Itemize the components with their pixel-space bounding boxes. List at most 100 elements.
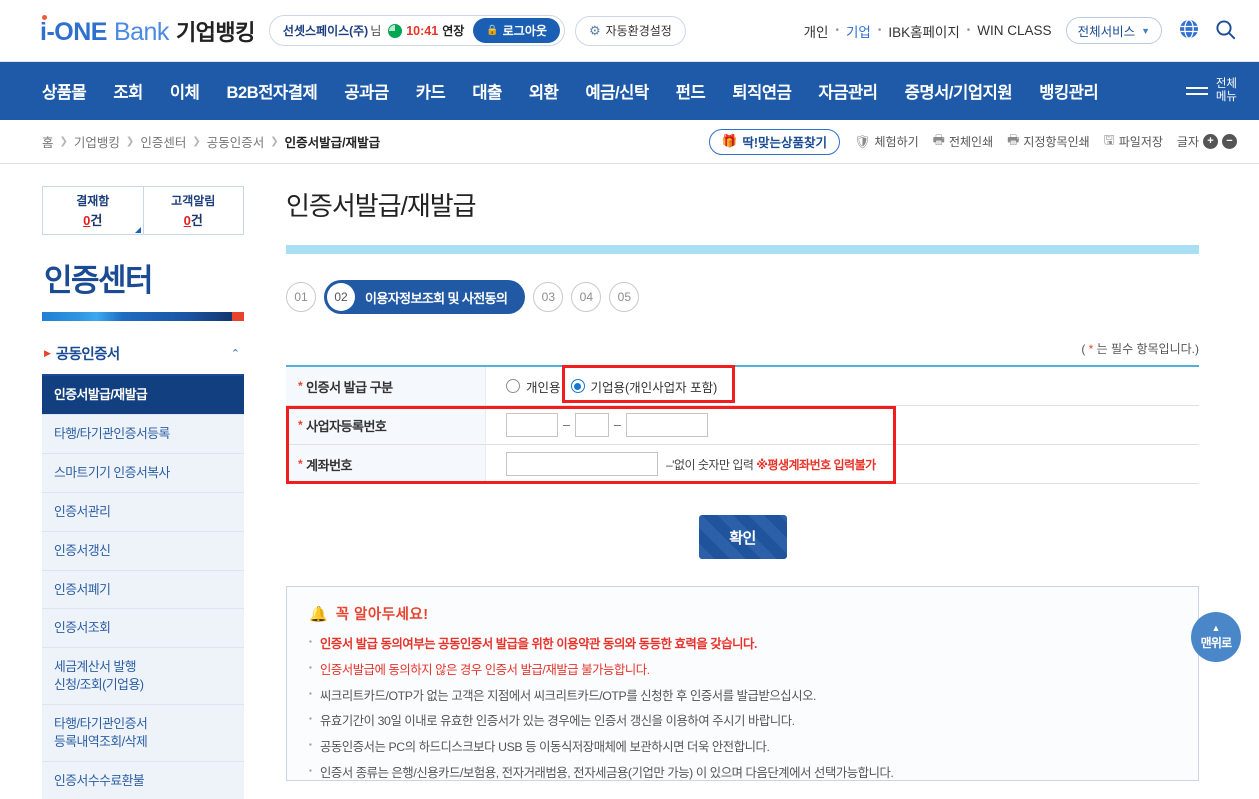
breadcrumb-item-certcenter[interactable]: 인증센터 bbox=[140, 132, 186, 151]
label-biz-number: * 사업자등록번호 bbox=[286, 406, 486, 444]
all-menu-button[interactable]: 전체 메뉴 bbox=[1185, 77, 1237, 104]
top-links: 개인 • 기업 • IBK홈페이지 • WIN CLASS 전체서비스 ▼ bbox=[804, 17, 1237, 44]
triangle-right-icon: ▶ bbox=[44, 348, 51, 358]
approval-box[interactable]: 결재함 0건 bbox=[43, 187, 143, 234]
approval-count-unit: 건 bbox=[90, 213, 103, 228]
gnb-item-inquiry[interactable]: 조회 bbox=[113, 79, 143, 103]
triangle-up-icon: ▲ bbox=[1211, 622, 1221, 633]
breadcrumb: 홈 ❯ 기업뱅킹 ❯ 인증센터 ❯ 공동인증서 ❯ 인증서발급/재발급 bbox=[42, 132, 380, 151]
find-product-button[interactable]: 🎁 딱!맞는상품찾기 bbox=[708, 128, 840, 155]
radio-personal-control[interactable] bbox=[506, 379, 520, 393]
session-extend-link[interactable]: 연장 bbox=[442, 22, 464, 39]
breadcrumb-item-home[interactable]: 홈 bbox=[42, 132, 54, 151]
gnb-item-transfer[interactable]: 이체 bbox=[170, 79, 200, 103]
sidebar-gradient-divider bbox=[42, 312, 244, 321]
sidebar-item-fee-refund[interactable]: 인증서수수료환불 bbox=[42, 761, 244, 799]
chevron-down-icon: ▼ bbox=[1141, 25, 1150, 36]
all-services-dropdown[interactable]: 전체서비스 ▼ bbox=[1065, 17, 1162, 44]
step-05[interactable]: 05 bbox=[609, 282, 640, 312]
notice-item: 인증서발급에 동의하지 않은 경우 인증서 발급/재발급 불가능합니다. bbox=[309, 662, 1176, 680]
site-logo[interactable]: i -ONE Bank 기업뱅킹 bbox=[40, 14, 255, 47]
sidebar-item-cert-manage[interactable]: 인증서관리 bbox=[42, 492, 244, 532]
chevron-right-icon: ❯ bbox=[192, 136, 201, 147]
sidebar-item-other-bank-history[interactable]: 타행/타기관인증서 등록내역조회/삭제 bbox=[42, 705, 244, 762]
gnb-item-bankingmgmt[interactable]: 뱅킹관리 bbox=[1039, 79, 1099, 103]
biz-number-part3-input[interactable] bbox=[625, 413, 708, 437]
sidebar-item-register-other-bank[interactable]: 타행/타기관인증서등록 bbox=[42, 414, 244, 454]
scroll-to-top-button[interactable]: ▲ 맨위로 bbox=[1191, 612, 1241, 662]
sidebar-item-tax-invoice[interactable]: 세금계산서 발행 신청/조회(기업용) bbox=[42, 648, 244, 706]
required-note-pre: ( bbox=[1081, 342, 1089, 356]
gnb-item-certificate[interactable]: 증명서/기업지원 bbox=[905, 79, 1013, 103]
step-03[interactable]: 03 bbox=[533, 282, 564, 312]
account-hint-normal: –'없이 숫자만 입력 bbox=[666, 457, 757, 472]
alert-box-count: 0건 bbox=[144, 210, 244, 229]
logout-button[interactable]: 🔒 로그아웃 bbox=[473, 18, 560, 43]
gnb-item-card[interactable]: 카드 bbox=[416, 79, 446, 103]
gnb-item-fund[interactable]: 펀드 bbox=[676, 79, 706, 103]
biz-number-part1-input[interactable] bbox=[506, 413, 558, 437]
account-number-input[interactable] bbox=[506, 452, 658, 476]
gnb-item-shopmall[interactable]: 상품몰 bbox=[42, 79, 87, 103]
radio-corporate[interactable]: 기업용(개인사업자 포함) bbox=[570, 377, 717, 396]
approval-box-title: 결재함 bbox=[76, 194, 110, 208]
required-star-icon: * bbox=[298, 418, 303, 432]
gnb-item-deposit[interactable]: 예금/신탁 bbox=[585, 79, 649, 103]
global-navigation: 상품몰 조회 이체 B2B전자결제 공과금 카드 대출 외환 예금/신탁 펀드 … bbox=[0, 62, 1259, 120]
alert-count-value: 0 bbox=[183, 213, 191, 228]
gnb-item-loan[interactable]: 대출 bbox=[472, 79, 502, 103]
chevron-right-icon: ❯ bbox=[270, 136, 279, 147]
alert-count-unit: 건 bbox=[190, 213, 203, 228]
all-services-label: 전체서비스 bbox=[1077, 25, 1136, 39]
logo-korean: 기업뱅킹 bbox=[175, 19, 255, 45]
logo-dot bbox=[42, 14, 47, 20]
step-04[interactable]: 04 bbox=[571, 282, 602, 312]
gnb-item-pension[interactable]: 퇴직연금 bbox=[732, 79, 792, 103]
lock-icon: 🔒 bbox=[486, 25, 499, 36]
radio-personal[interactable]: 개인용 bbox=[506, 377, 561, 396]
required-field-note: ( * 는 필수 항목입니다.) bbox=[286, 340, 1199, 357]
printer-icon: 🖶 bbox=[1007, 131, 1020, 147]
font-decrease-button[interactable]: − bbox=[1222, 134, 1237, 149]
confirm-button[interactable]: 확인 bbox=[699, 515, 787, 559]
font-increase-button[interactable]: + bbox=[1203, 134, 1218, 149]
customer-alert-box[interactable]: 고객알림 0건 bbox=[142, 187, 244, 234]
step-02-active[interactable]: 02 이용자정보조회 및 사전동의 bbox=[324, 280, 526, 314]
sidebar-item-cert-renew[interactable]: 인증서갱신 bbox=[42, 531, 244, 571]
gnb-item-utility[interactable]: 공과금 bbox=[344, 79, 389, 103]
print-selected-button[interactable]: 🖶 지정항목인쇄 bbox=[1007, 131, 1090, 153]
bell-icon: 🔔 bbox=[309, 605, 328, 623]
top-link-ibk-homepage[interactable]: IBK홈페이지 bbox=[888, 21, 959, 41]
top-link-sep: • bbox=[966, 25, 971, 36]
sidebar-group-joint-cert[interactable]: ▶ 공동인증서 ⌃ bbox=[42, 335, 244, 376]
sidebar-item-cert-inquiry[interactable]: 인증서조회 bbox=[42, 609, 244, 649]
save-icon: 🖫 bbox=[1103, 131, 1115, 147]
sidebar-item-smart-device-copy[interactable]: 스마트기기 인증서복사 bbox=[42, 453, 244, 493]
label-cert-type-text: 인증서 발급 구분 bbox=[306, 379, 393, 395]
sidebar-item-issue-reissue[interactable]: 인증서발급/재발급 bbox=[42, 376, 244, 415]
try-demo-button[interactable]: 🛡 체험하기 bbox=[854, 133, 919, 150]
all-menu-label: 전체 메뉴 bbox=[1215, 77, 1237, 103]
top-link-corporate[interactable]: 기업 bbox=[846, 21, 871, 41]
corner-marker-icon bbox=[134, 227, 141, 233]
breadcrumb-item-corporate[interactable]: 기업뱅킹 bbox=[74, 132, 120, 151]
gnb-item-fx[interactable]: 외환 bbox=[529, 79, 559, 103]
globe-icon[interactable] bbox=[1178, 18, 1200, 43]
search-icon[interactable] bbox=[1214, 18, 1237, 44]
clock-icon bbox=[388, 23, 403, 38]
biz-number-sep-2: – bbox=[613, 418, 621, 432]
radio-corporate-control[interactable] bbox=[570, 379, 585, 393]
top-link-win-class[interactable]: WIN CLASS bbox=[977, 23, 1051, 38]
gnb-item-fundsmgmt[interactable]: 자금관리 bbox=[818, 79, 878, 103]
gnb-item-b2b[interactable]: B2B전자결제 bbox=[226, 79, 317, 103]
page-body: 결재함 0건 고객알림 0건 인증센터 ▶ 공동인증서 ⌃ 인증서발급/재발급 … bbox=[0, 164, 1259, 799]
step-01[interactable]: 01 bbox=[286, 282, 316, 312]
biz-number-part2-input[interactable] bbox=[574, 413, 609, 437]
sidebar-item-cert-revoke[interactable]: 인증서폐기 bbox=[42, 570, 244, 610]
breadcrumb-item-joint-cert[interactable]: 공동인증서 bbox=[207, 132, 265, 151]
top-link-personal[interactable]: 개인 bbox=[804, 21, 829, 41]
print-all-button[interactable]: 🖶 전체인쇄 bbox=[933, 131, 993, 153]
save-file-button[interactable]: 🖫 파일저장 bbox=[1104, 131, 1163, 153]
notice-item: 공동인증서는 PC의 하드디스크보다 USB 등 이동식저장매체에 보관하시면 … bbox=[309, 739, 1176, 757]
auto-env-settings-button[interactable]: ⚙ 자동환경설정 bbox=[574, 15, 686, 46]
